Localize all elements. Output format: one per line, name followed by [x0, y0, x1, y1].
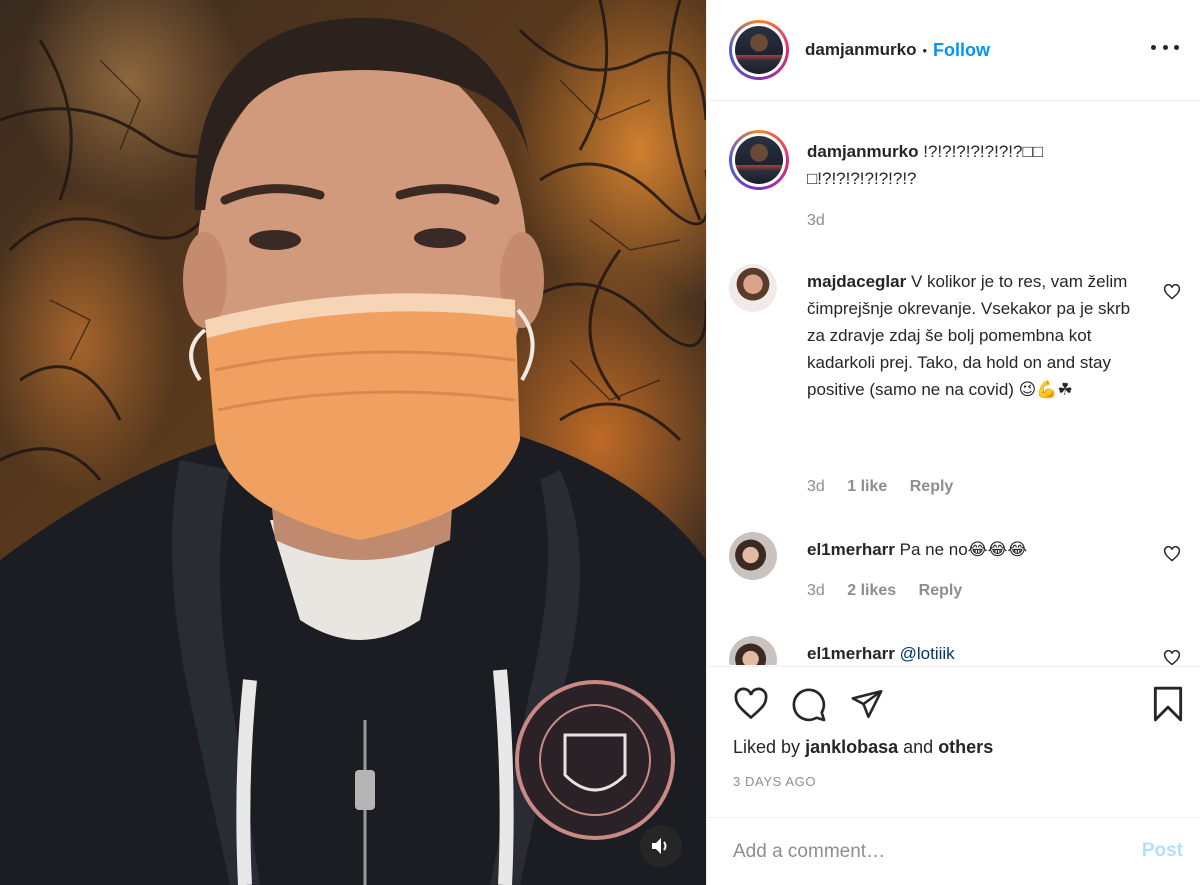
- liked-prefix: Liked by: [733, 737, 801, 757]
- comment-time[interactable]: 3d: [807, 582, 825, 599]
- post-sidebar: damjanmurko • Follow damjanmurko !?!?!?!…: [706, 0, 1200, 885]
- comment-likes[interactable]: 2 likes: [847, 582, 896, 599]
- commenter-avatar[interactable]: [729, 636, 777, 665]
- comment-username[interactable]: el1merharr: [807, 540, 895, 559]
- caption-username[interactable]: damjanmurko: [807, 142, 918, 161]
- liked-and: and: [903, 737, 934, 757]
- comment-mention[interactable]: @lotiiik: [900, 644, 955, 663]
- sound-toggle-button[interactable]: [640, 825, 682, 867]
- comment-like-icon[interactable]: [1163, 650, 1181, 665]
- comment-time[interactable]: 3d: [807, 478, 825, 495]
- comment-composer: Post: [707, 817, 1200, 885]
- author-avatar[interactable]: [729, 20, 789, 80]
- commenter-avatar[interactable]: [729, 264, 777, 312]
- save-icon[interactable]: [1151, 685, 1185, 723]
- comments-list[interactable]: damjanmurko !?!?!?!?!?!?!?□□ □!?!?!?!?!?…: [707, 102, 1200, 665]
- comment-username[interactable]: majdaceglar: [807, 272, 906, 291]
- share-icon[interactable]: [849, 687, 885, 721]
- separator-dot: •: [922, 42, 928, 58]
- post-actions: Liked by janklobasa and others 3 DAYS AG…: [707, 666, 1200, 885]
- post-comment-button[interactable]: Post: [1142, 840, 1183, 862]
- post-photo: [0, 0, 706, 885]
- comment-icon[interactable]: [791, 687, 827, 723]
- comment-text: Pa ne no😂😂😂: [899, 540, 1028, 559]
- commenter-avatar[interactable]: [729, 532, 777, 580]
- post-date[interactable]: 3 DAYS AGO: [733, 774, 816, 789]
- author-username[interactable]: damjanmurko: [805, 40, 916, 60]
- liked-user[interactable]: janklobasa: [805, 737, 898, 757]
- caption-time[interactable]: 3d: [807, 212, 825, 229]
- post-header: damjanmurko • Follow: [707, 0, 1200, 101]
- comment-like-icon[interactable]: [1163, 284, 1181, 300]
- post-media[interactable]: [0, 0, 706, 885]
- comment-username[interactable]: el1merharr: [807, 644, 895, 663]
- more-options-icon[interactable]: [1151, 36, 1179, 58]
- comment-likes[interactable]: 1 like: [847, 478, 887, 495]
- liked-by: Liked by janklobasa and others: [733, 737, 993, 758]
- comment-like-icon[interactable]: [1163, 546, 1181, 562]
- comment-input[interactable]: [733, 832, 1113, 872]
- sound-icon: [652, 838, 667, 854]
- follow-button[interactable]: Follow: [933, 40, 990, 61]
- caption-author-avatar[interactable]: [729, 130, 789, 190]
- reply-button[interactable]: Reply: [919, 582, 963, 599]
- comment-text: V kolikor je to res, vam želim čimprejšn…: [807, 272, 1131, 399]
- reply-button[interactable]: Reply: [910, 478, 954, 495]
- liked-others[interactable]: others: [938, 737, 993, 757]
- heart-icon[interactable]: [733, 687, 769, 721]
